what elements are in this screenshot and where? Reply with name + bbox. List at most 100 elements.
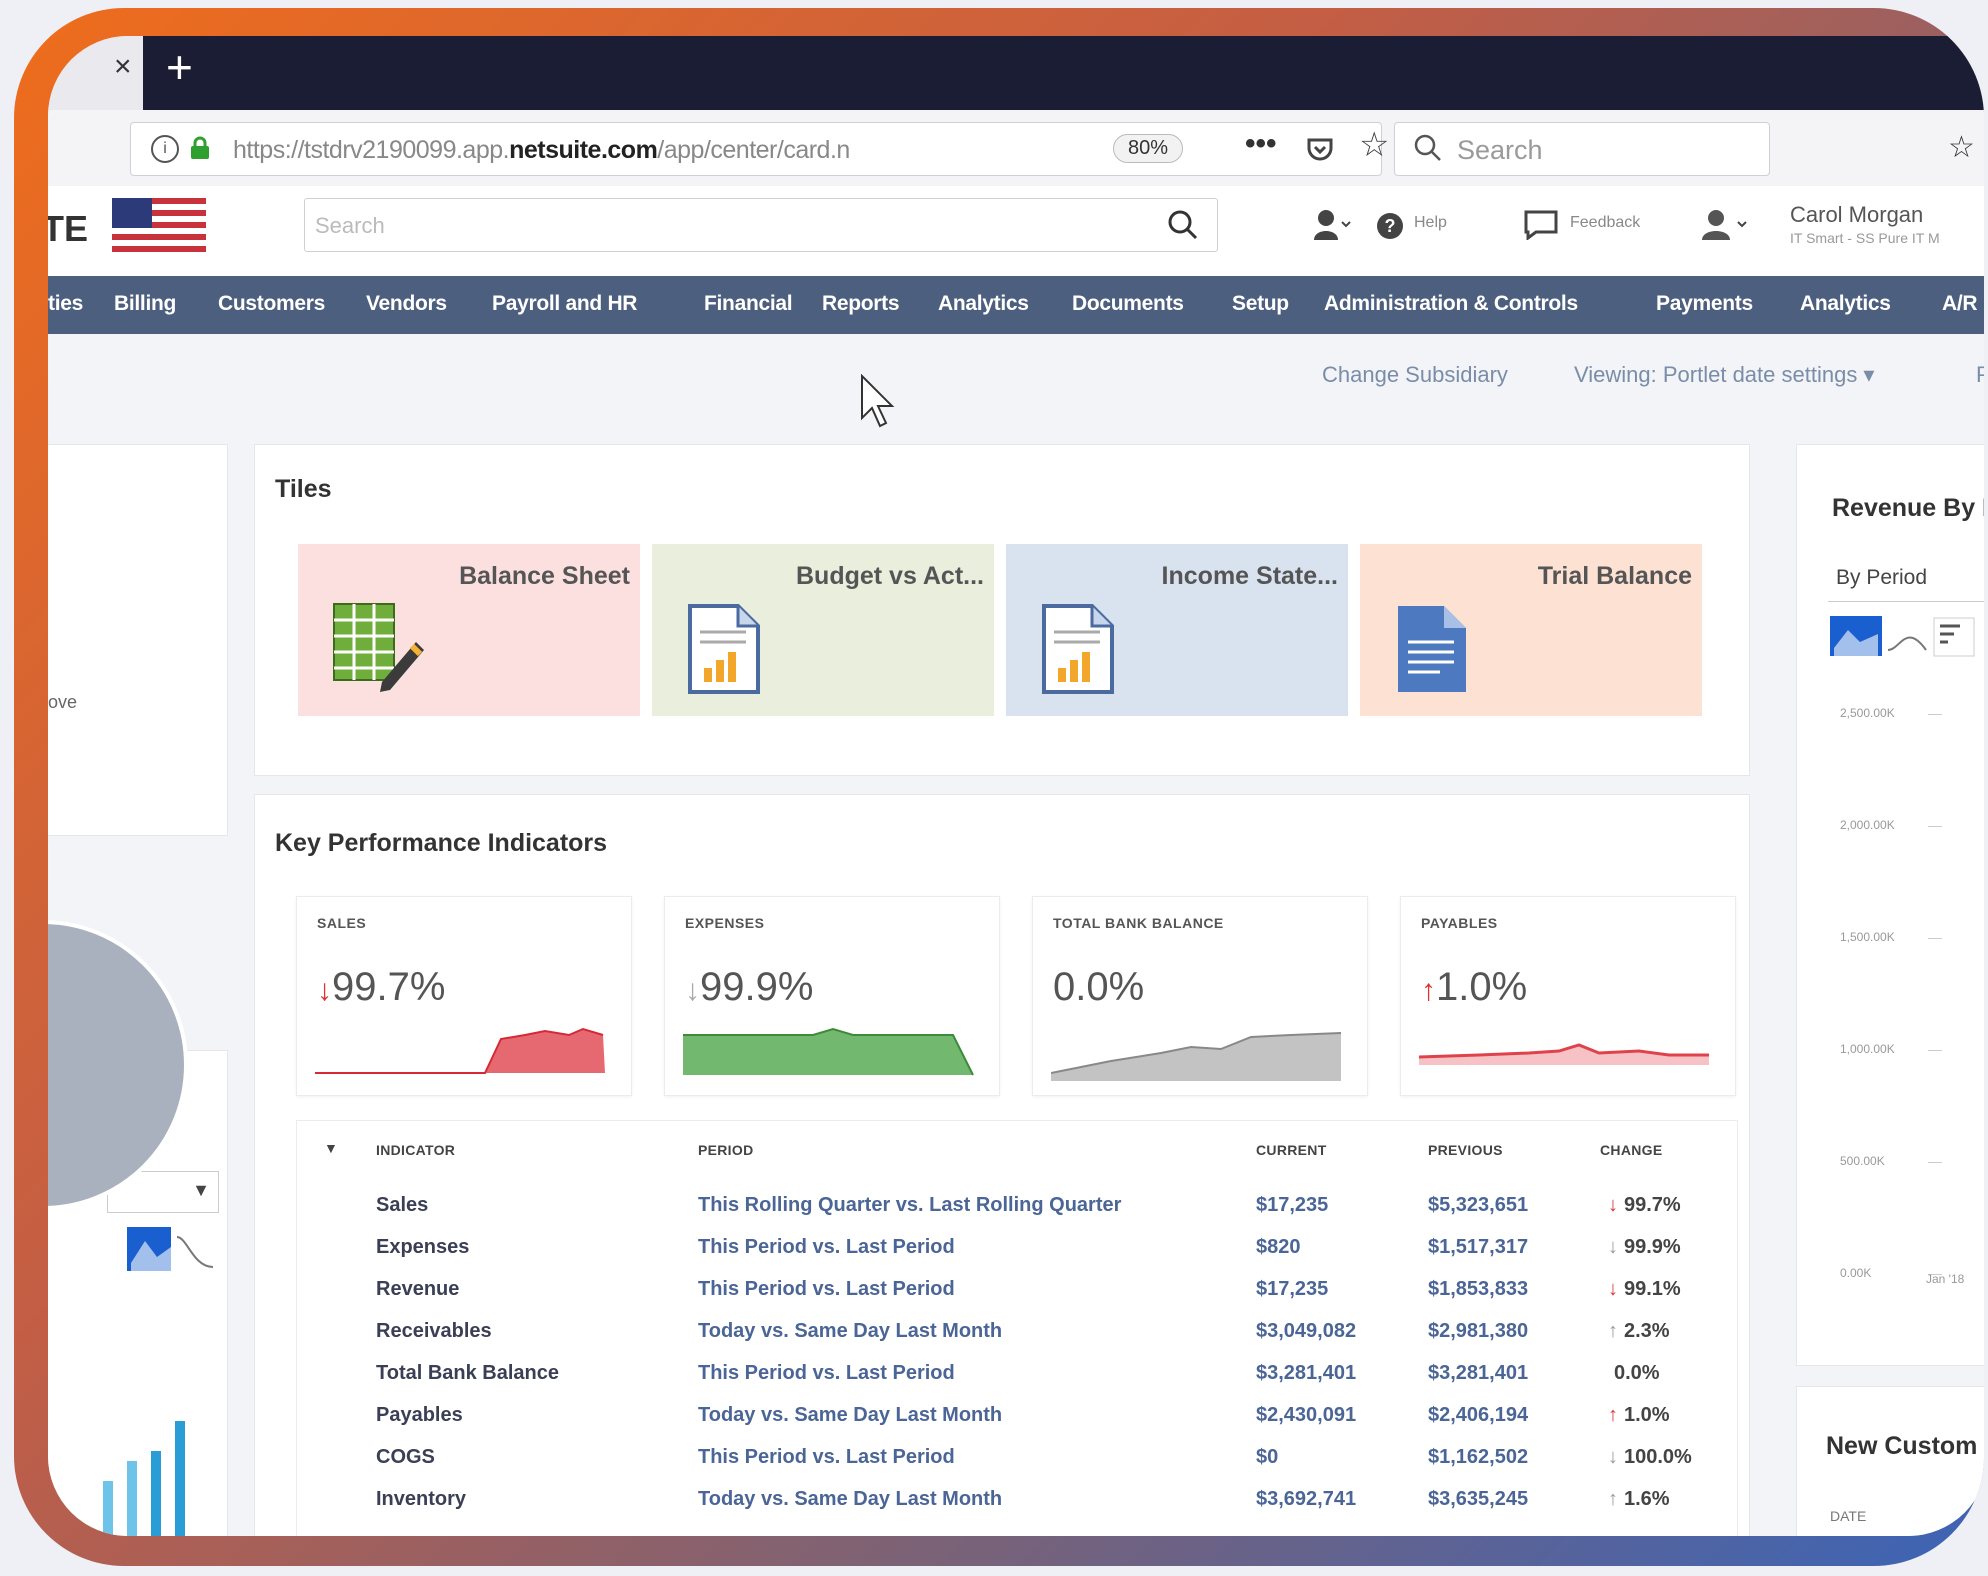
current-value-link[interactable]: $3,692,741 [1256,1488,1356,1511]
column-header-period[interactable]: PERIOD [698,1142,753,1158]
viewing-dropdown[interactable]: Viewing: Portlet date settings ▾ [1574,362,1874,388]
current-value-link[interactable]: $820 [1256,1236,1301,1259]
revenue-period-select[interactable]: By Period [1828,556,1984,602]
previous-value-link[interactable]: $1,853,833 [1428,1278,1528,1301]
nav-item-administration-controls[interactable]: Administration & Controls [1324,292,1578,316]
feedback-link[interactable]: Feedback [1570,214,1640,232]
current-value-link[interactable]: $17,235 [1256,1278,1328,1301]
arrow-up-icon: ↑ [1608,1404,1618,1426]
browser-search-placeholder: Search [1457,135,1543,165]
current-value-link[interactable]: $3,281,401 [1256,1362,1356,1385]
recent-records-icon[interactable] [1312,208,1352,242]
kpi-sparkline-sales [315,1027,605,1074]
lock-icon [191,136,209,159]
previous-value-link[interactable]: $2,981,380 [1428,1320,1528,1343]
change-cell: ↑ 2.3% [1608,1320,1670,1343]
change-cell: 0.0% [1608,1362,1660,1385]
nav-item-payroll-hr[interactable]: Payroll and HR [492,292,637,316]
kpi-sparkline-payables [1419,1043,1709,1065]
nav-item-documents[interactable]: Documents [1072,292,1184,316]
browser-search-field[interactable]: Search [1394,122,1770,176]
personalize-link[interactable]: P [1976,362,1984,388]
column-header-current[interactable]: CURRENT [1256,1142,1327,1158]
previous-value-link[interactable]: $5,323,651 [1428,1194,1528,1217]
indicator-cell: Revenue [376,1278,460,1300]
kpi-value: ↓99.9% [685,965,814,1009]
period-link[interactable]: Today vs. Same Day Last Month [698,1320,1002,1343]
previous-value-link[interactable]: $3,281,401 [1428,1362,1528,1385]
current-value-link[interactable]: $0 [1256,1446,1278,1469]
nav-item-setup[interactable]: Setup [1232,292,1289,316]
y-gridline [1928,826,1942,827]
user-name[interactable]: Carol Morgan [1790,202,1923,228]
zoom-level[interactable]: 80% [1113,134,1184,163]
nav-item-analytics[interactable]: Analytics [938,292,1029,316]
kpi-card-expenses[interactable]: EXPENSES ↓99.9% [664,896,1000,1096]
change-value: 1.6% [1624,1488,1670,1510]
user-role[interactable]: IT Smart - SS Pure IT M [1790,230,1940,246]
tile-label: Trial Balance [1537,562,1692,590]
kpi-card-sales[interactable]: SALES ↓99.7% [296,896,632,1096]
bookmarks-icon[interactable]: ☆ [1948,130,1975,165]
current-value-link[interactable]: $2,430,091 [1256,1404,1356,1427]
chart-type-toggle[interactable] [1830,616,1984,660]
global-search-input[interactable]: Search [304,198,1218,252]
period-link[interactable]: This Rolling Quarter vs. Last Rolling Qu… [698,1194,1121,1217]
user-avatar-icon[interactable] [1698,208,1754,242]
search-icon[interactable] [1167,209,1199,241]
nav-item-customers[interactable]: Customers [218,292,325,316]
search-icon [1414,134,1441,161]
period-link[interactable]: Today vs. Same Day Last Month [698,1488,1002,1511]
arrow-down-icon: ↓ [1608,1236,1618,1258]
new-tab-button[interactable]: + [166,40,193,94]
nav-item-financial[interactable]: Financial [704,292,793,316]
nav-item-activities[interactable]: ties [48,292,83,316]
change-value: 0.0% [1614,1362,1660,1384]
nav-item-reports[interactable]: Reports [822,292,900,316]
period-link[interactable]: This Period vs. Last Period [698,1278,955,1301]
url-text[interactable]: https://tstdrv2190099.app.netsuite.com/a… [233,136,850,165]
change-value: 99.7% [1624,1194,1681,1216]
collapse-arrow-icon[interactable]: ▼ [324,1140,338,1156]
previous-value-link[interactable]: $3,635,245 [1428,1488,1528,1511]
kpi-card-payables[interactable]: PAYABLES ↑1.0% [1400,896,1736,1096]
tile-income-statement[interactable]: Income State... [1006,544,1348,716]
feedback-icon[interactable] [1524,210,1558,240]
nav-item-payments[interactable]: Payments [1656,292,1753,316]
period-link[interactable]: This Period vs. Last Period [698,1236,955,1259]
tile-trial-balance[interactable]: Trial Balance [1360,544,1702,716]
period-link[interactable]: This Period vs. Last Period [698,1362,955,1385]
tile-balance-sheet[interactable]: Balance Sheet [298,544,640,716]
tile-budget-vs-actual[interactable]: Budget vs Act... [652,544,994,716]
nav-item-vendors[interactable]: Vendors [366,292,447,316]
kpi-card-total-bank-balance[interactable]: TOTAL BANK BALANCE 0.0% [1032,896,1368,1096]
info-icon[interactable]: i [151,135,179,163]
address-bar[interactable]: i https://tstdrv2190099.app.netsuite.com… [130,122,1389,176]
column-header-indicator[interactable]: INDICATOR [376,1142,455,1158]
pocket-icon[interactable] [1305,135,1335,165]
bookmark-star-icon[interactable]: ☆ [1359,125,1389,165]
us-flag-icon[interactable] [112,198,206,252]
page-actions-icon[interactable]: ••• [1245,127,1277,161]
column-header-previous[interactable]: PREVIOUS [1428,1142,1503,1158]
indicator-cell: Payables [376,1404,463,1426]
nav-item-ar[interactable]: A/R [1942,292,1978,316]
y-gridline [1928,1050,1942,1051]
tab-close-icon[interactable]: × [114,50,132,84]
current-value-link[interactable]: $17,235 [1256,1194,1328,1217]
column-header-change[interactable]: CHANGE [1600,1142,1662,1158]
period-link[interactable]: Today vs. Same Day Last Month [698,1404,1002,1427]
help-link[interactable]: Help [1414,214,1447,232]
previous-value-link[interactable]: $2,406,194 [1428,1404,1528,1427]
previous-value-link[interactable]: $1,517,317 [1428,1236,1528,1259]
current-value-link[interactable]: $3,049,082 [1256,1320,1356,1343]
previous-value-link[interactable]: $1,162,502 [1428,1446,1528,1469]
help-icon[interactable]: ? [1376,212,1404,240]
nav-item-analytics-2[interactable]: Analytics [1800,292,1891,316]
change-subsidiary-link[interactable]: Change Subsidiary [1322,362,1508,388]
period-link[interactable]: This Period vs. Last Period [698,1446,955,1469]
nav-item-billing[interactable]: Billing [114,292,176,316]
chart-type-toggle[interactable] [127,1227,217,1271]
main-navigation: ties Billing Customers Vendors Payroll a… [48,276,1984,334]
indicator-cell: Inventory [376,1488,467,1510]
